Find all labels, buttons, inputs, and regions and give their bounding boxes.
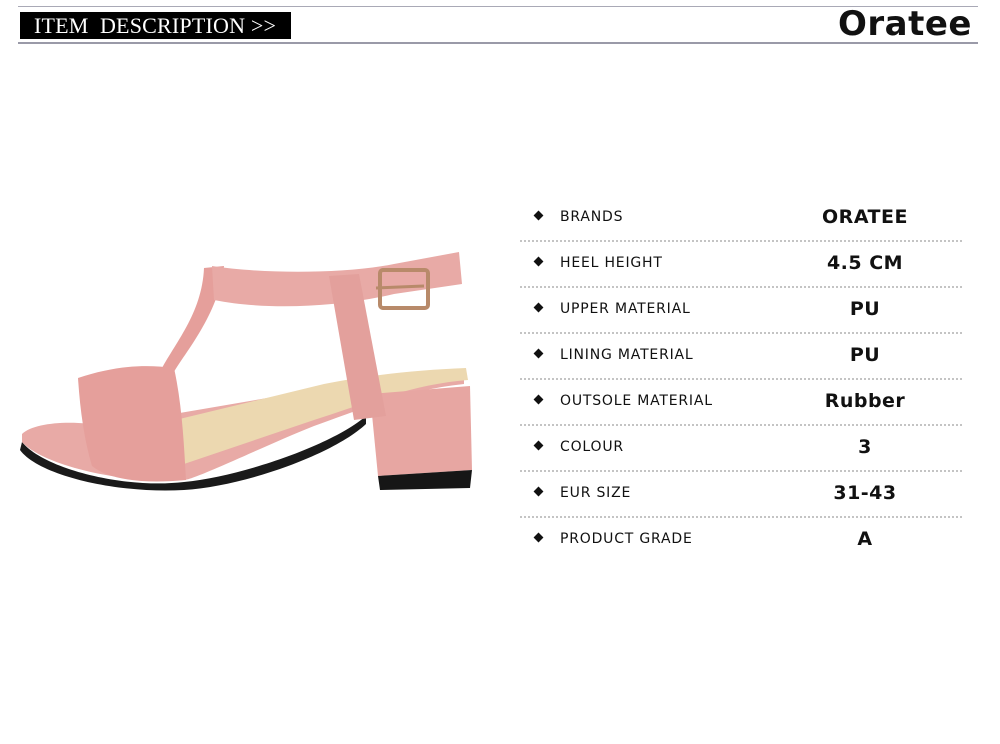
spec-value: PU bbox=[849, 344, 881, 366]
spec-value: 4.5 CM bbox=[826, 252, 904, 274]
spec-label: PRODUCT GRADE bbox=[560, 531, 693, 547]
spec-row-upper-material: UPPER MATERIAL PU bbox=[520, 288, 962, 334]
spec-value: PU bbox=[849, 298, 881, 320]
spec-value: 31-43 bbox=[833, 482, 897, 504]
spec-label: UPPER MATERIAL bbox=[560, 301, 691, 317]
header-bottom-rule bbox=[18, 42, 978, 44]
spec-row-product-grade: PRODUCT GRADE A bbox=[520, 518, 962, 562]
spec-row-brands: BRANDS ORATEE bbox=[520, 196, 962, 242]
spec-label: COLOUR bbox=[560, 439, 624, 455]
diamond-bullet-icon bbox=[533, 302, 544, 313]
diamond-bullet-icon bbox=[533, 440, 544, 451]
item-description-banner: ITEM DESCRIPTION >> bbox=[20, 12, 291, 39]
diamond-bullet-icon bbox=[533, 348, 544, 359]
sandal-toe-strap bbox=[78, 366, 186, 482]
spec-value: A bbox=[857, 528, 873, 550]
spec-value: ORATEE bbox=[822, 206, 908, 228]
spec-table: BRANDS ORATEE HEEL HEIGHT 4.5 CM UPPER M… bbox=[520, 196, 962, 562]
product-image-sandal bbox=[20, 252, 472, 491]
spec-label: BRANDS bbox=[560, 209, 624, 225]
diamond-bullet-icon bbox=[533, 532, 544, 543]
spec-label: EUR SIZE bbox=[560, 485, 632, 501]
diamond-bullet-icon bbox=[533, 394, 544, 405]
spec-value: 3 bbox=[858, 436, 872, 458]
diamond-bullet-icon bbox=[533, 210, 544, 221]
spec-label: OUTSOLE MATERIAL bbox=[560, 393, 713, 409]
sandal-heel bbox=[370, 386, 472, 476]
spec-row-eur-size: EUR SIZE 31-43 bbox=[520, 472, 962, 518]
diamond-bullet-icon bbox=[533, 256, 544, 267]
brand-logo: Oratee bbox=[838, 4, 972, 44]
spec-value: Rubber bbox=[824, 390, 906, 412]
spec-row-lining-material: LINING MATERIAL PU bbox=[520, 334, 962, 380]
spec-row-outsole-material: OUTSOLE MATERIAL Rubber bbox=[520, 380, 962, 426]
spec-row-heel-height: HEEL HEIGHT 4.5 CM bbox=[520, 242, 962, 288]
diamond-bullet-icon bbox=[533, 486, 544, 497]
spec-label: LINING MATERIAL bbox=[560, 347, 694, 363]
spec-row-colour: COLOUR 3 bbox=[520, 426, 962, 472]
spec-label: HEEL HEIGHT bbox=[560, 255, 663, 271]
header-top-rule bbox=[18, 6, 978, 7]
